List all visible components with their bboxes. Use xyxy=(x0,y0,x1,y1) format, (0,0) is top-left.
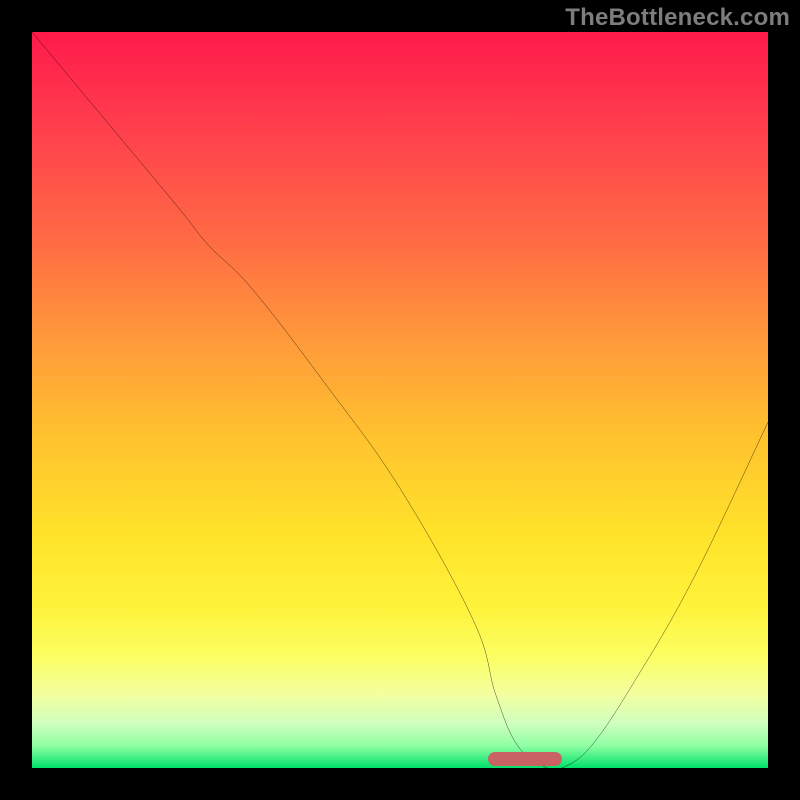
chart-container: TheBottleneck.com xyxy=(0,0,800,800)
optimal-range-marker xyxy=(488,752,562,766)
curve-path xyxy=(32,32,768,771)
bottleneck-curve xyxy=(32,32,768,768)
watermark-label: TheBottleneck.com xyxy=(565,4,790,32)
plot-area xyxy=(32,32,768,768)
